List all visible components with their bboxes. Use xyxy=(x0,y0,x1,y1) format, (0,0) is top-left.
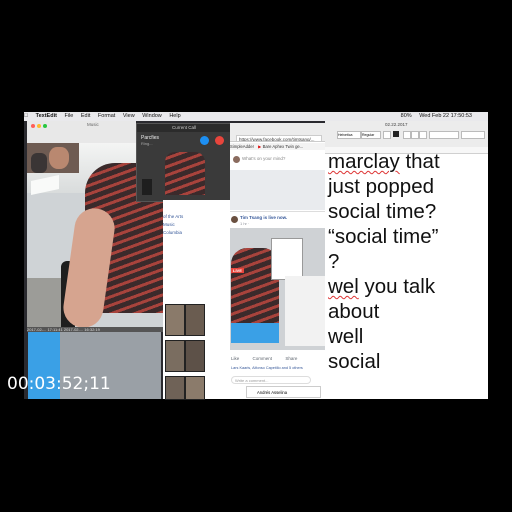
live-video[interactable]: LIVE xyxy=(230,228,325,350)
text-line: about xyxy=(328,300,380,323)
text-color-well[interactable] xyxy=(393,131,399,137)
menu-format[interactable]: Format xyxy=(98,113,115,119)
menu-bar:  TextEdit File Edit Format View Window … xyxy=(24,112,488,121)
battery-status[interactable]: 80% xyxy=(401,113,412,119)
document-title: 02.22.2017 xyxy=(385,122,408,127)
italic-button[interactable] xyxy=(411,131,419,139)
apple-icon[interactable]:  xyxy=(24,113,28,119)
sidebar-link-columbia[interactable]: Columbia xyxy=(163,230,182,235)
chat-contact: Andrés Asselina xyxy=(257,390,288,395)
facebook-left-column: of the Arts Music Columbia xyxy=(163,200,230,300)
answer-video-button[interactable] xyxy=(200,136,209,145)
live-badge: LIVE xyxy=(231,268,244,273)
underline-button[interactable] xyxy=(419,131,427,139)
sidebar-link-music[interactable]: Music xyxy=(163,222,175,227)
misspelled-word[interactable]: marclay xyxy=(328,150,400,173)
photo-thumbnail[interactable] xyxy=(165,304,185,336)
browser-window: https://www.facebook.com/timtsang/... Si… xyxy=(230,123,325,399)
menu-window[interactable]: Window xyxy=(142,113,162,119)
text-line: “social time” xyxy=(328,225,439,248)
font-style-select[interactable]: Regular xyxy=(361,131,381,139)
call-window: Current Call Parcfies Ring... xyxy=(136,123,232,202)
bookmark-aphex[interactable]: Bare Aphex Twin ge... xyxy=(263,144,304,149)
bookmarks-bar: SimpleAdder ▶ Bare Aphex Twin ge... xyxy=(230,143,325,150)
avatar xyxy=(233,156,240,163)
menu-edit[interactable]: Edit xyxy=(81,113,90,119)
comment-input[interactable]: Write a comment... xyxy=(231,376,311,384)
bold-button[interactable] xyxy=(403,131,411,139)
textedit-window: 02.22.2017 Helvetica Regular marclay tha… xyxy=(325,121,488,399)
dark-object xyxy=(31,153,47,173)
text-line: well xyxy=(328,325,364,348)
minimize-icon[interactable] xyxy=(37,124,41,128)
status-composer[interactable]: What's on your mind? xyxy=(230,150,325,171)
zoom-icon[interactable] xyxy=(43,124,47,128)
textedit-toolbar: 02.22.2017 Helvetica Regular xyxy=(325,121,488,148)
text-line: social time? xyxy=(328,200,437,223)
font-size-select[interactable] xyxy=(383,131,391,139)
text-line: wel you talk xyxy=(328,275,436,298)
close-icon[interactable] xyxy=(31,124,35,128)
alignment-control[interactable] xyxy=(429,131,459,139)
music-window-titlebar: Music xyxy=(27,121,136,144)
share-button[interactable]: Share xyxy=(285,356,297,361)
text-line: just popped xyxy=(328,175,435,198)
post-timestamp: 1 hr · xyxy=(240,221,250,226)
self-view-camera xyxy=(27,143,79,173)
list-control[interactable] xyxy=(461,131,485,139)
app-menu[interactable]: TextEdit xyxy=(36,113,57,119)
font-family-select[interactable]: Helvetica xyxy=(337,131,361,139)
photo-thumbnail[interactable] xyxy=(185,376,205,400)
menu-help[interactable]: Help xyxy=(169,113,180,119)
comment-button[interactable]: Comment xyxy=(253,356,273,361)
menubar-clock[interactable]: Wed Feb 22 17:50:53 xyxy=(419,113,472,119)
text-line: marclay that xyxy=(328,150,440,173)
text-line: ? xyxy=(328,250,340,273)
sidebar-link-arts[interactable]: of the Arts xyxy=(163,214,183,219)
menu-view[interactable]: View xyxy=(123,113,135,119)
post-author[interactable]: Tim Tsang is live now. xyxy=(240,215,287,220)
face xyxy=(49,147,69,169)
reactions-summary[interactable]: Lars Kaaris, Alfonso Capetillo and 5 oth… xyxy=(231,366,323,370)
bookmark-simpleadder[interactable]: SimpleAdder xyxy=(230,144,254,149)
feed-gap xyxy=(230,170,325,210)
live-post-card: Tim Tsang is live now. 1 hr · LIVE Like … xyxy=(230,211,325,399)
address-bar[interactable]: https://www.facebook.com/timtsang/... xyxy=(236,135,322,142)
nested-blue-panel xyxy=(231,323,279,343)
misspelled-word[interactable]: wel xyxy=(328,275,359,298)
photo-grid xyxy=(163,300,230,400)
music-window-title: Music xyxy=(87,122,99,127)
timecode-overlay: 00:03:52;11 xyxy=(7,374,111,394)
nested-feed xyxy=(285,276,325,346)
photo-thumbnail[interactable] xyxy=(165,340,185,372)
chat-tab[interactable]: Andrés Asselina xyxy=(246,386,321,398)
photo-thumbnail[interactable] xyxy=(185,340,205,372)
like-button[interactable]: Like xyxy=(231,356,239,361)
call-preview-figure xyxy=(142,179,152,195)
menu-file[interactable]: File xyxy=(64,113,73,119)
call-window-title: Current Call xyxy=(137,124,231,132)
post-actions: Like Comment Share xyxy=(231,356,321,361)
photo-thumbnail[interactable] xyxy=(165,376,185,400)
document-body[interactable]: marclay that just popped social time? “s… xyxy=(328,149,486,374)
end-call-button[interactable] xyxy=(215,136,224,145)
text-line: social xyxy=(328,350,381,373)
call-preview-video xyxy=(165,152,205,195)
youtube-icon: ▶ xyxy=(258,144,262,149)
nested-screen xyxy=(271,238,303,280)
avatar xyxy=(231,216,238,223)
status-prompt: What's on your mind? xyxy=(242,156,286,161)
call-status: Ring... xyxy=(141,141,153,146)
photo-thumbnail[interactable] xyxy=(185,304,205,336)
